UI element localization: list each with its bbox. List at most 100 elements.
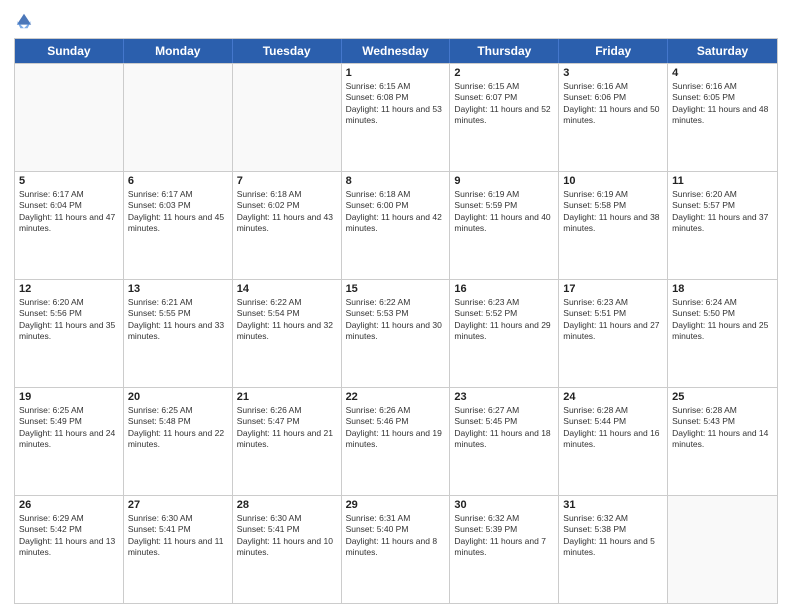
cell-info: Sunrise: 6:20 AMSunset: 5:56 PMDaylight:… <box>19 297 119 343</box>
calendar-cell: 1Sunrise: 6:15 AMSunset: 6:08 PMDaylight… <box>342 64 451 171</box>
calendar-cell: 30 Sunrise: 6:32 AMSunset: 5:39 PMDayligh… <box>450 496 559 603</box>
cell-day-number: 14 <box>237 283 337 295</box>
cell-day-number: 5 <box>19 175 119 187</box>
cell-day-number: 20 <box>128 391 228 403</box>
cell-info: Sunrise: 6:20 AMSunset: 5:57 PMDaylight:… <box>672 189 773 235</box>
cell-day-number: 3 <box>563 67 663 79</box>
calendar-body: 1Sunrise: 6:15 AMSunset: 6:08 PMDaylight… <box>15 63 777 603</box>
weekday-header: Tuesday <box>233 39 342 63</box>
calendar: SundayMondayTuesdayWednesdayThursdayFrid… <box>14 38 778 604</box>
calendar-cell: 19 Sunrise: 6:25 AMSunset: 5:49 PMDayligh… <box>15 388 124 495</box>
cell-day-number: 11 <box>672 175 773 187</box>
cell-info: Sunrise: 6:26 AMSunset: 5:47 PMDaylight:… <box>237 405 337 451</box>
calendar-row: 12 Sunrise: 6:20 AMSunset: 5:56 PMDayligh… <box>15 279 777 387</box>
cell-info: Sunrise: 6:27 AMSunset: 5:45 PMDaylight:… <box>454 405 554 451</box>
cell-day-number: 15 <box>346 283 446 295</box>
calendar-cell: 5 Sunrise: 6:17 AMSunset: 6:04 PMDaylight… <box>15 172 124 279</box>
calendar-cell: 18 Sunrise: 6:24 AMSunset: 5:50 PMDayligh… <box>668 280 777 387</box>
cell-info: Sunrise: 6:32 AMSunset: 5:39 PMDaylight:… <box>454 513 554 559</box>
calendar-cell <box>233 64 342 171</box>
cell-info: Sunrise: 6:16 AMSunset: 6:06 PMDaylight:… <box>563 81 663 127</box>
cell-day-number: 19 <box>19 391 119 403</box>
calendar-cell: 23Sunrise: 6:27 AMSunset: 5:45 PMDayligh… <box>450 388 559 495</box>
cell-info: Sunrise: 6:23 AMSunset: 5:52 PMDaylight:… <box>454 297 554 343</box>
cell-info: Sunrise: 6:17 AMSunset: 6:03 PMDaylight:… <box>128 189 228 235</box>
calendar-cell: 12 Sunrise: 6:20 AMSunset: 5:56 PMDayligh… <box>15 280 124 387</box>
cell-info: Sunrise: 6:25 AMSunset: 5:48 PMDaylight:… <box>128 405 228 451</box>
page: SundayMondayTuesdayWednesdayThursdayFrid… <box>0 0 792 612</box>
cell-day-number: 16 <box>454 283 554 295</box>
cell-info: Sunrise: 6:30 AMSunset: 5:41 PMDaylight:… <box>128 513 228 559</box>
calendar-row: 1Sunrise: 6:15 AMSunset: 6:08 PMDaylight… <box>15 63 777 171</box>
calendar-cell: 8 Sunrise: 6:18 AMSunset: 6:00 PMDaylight… <box>342 172 451 279</box>
cell-info: Sunrise: 6:15 AMSunset: 6:07 PMDaylight:… <box>454 81 554 127</box>
cell-info: Sunrise: 6:24 AMSunset: 5:50 PMDaylight:… <box>672 297 773 343</box>
weekday-header: Monday <box>124 39 233 63</box>
cell-day-number: 1 <box>346 67 446 79</box>
cell-day-number: 8 <box>346 175 446 187</box>
calendar-cell: 4Sunrise: 6:16 AMSunset: 6:05 PMDaylight… <box>668 64 777 171</box>
calendar-row: 19 Sunrise: 6:25 AMSunset: 5:49 PMDayligh… <box>15 387 777 495</box>
cell-info: Sunrise: 6:21 AMSunset: 5:55 PMDaylight:… <box>128 297 228 343</box>
header <box>14 12 778 30</box>
cell-day-number: 30 <box>454 499 554 511</box>
cell-info: Sunrise: 6:28 AMSunset: 5:44 PMDaylight:… <box>563 405 663 451</box>
cell-info: Sunrise: 6:17 AMSunset: 6:04 PMDaylight:… <box>19 189 119 235</box>
calendar-cell: 16 Sunrise: 6:23 AMSunset: 5:52 PMDayligh… <box>450 280 559 387</box>
cell-day-number: 22 <box>346 391 446 403</box>
cell-info: Sunrise: 6:26 AMSunset: 5:46 PMDaylight:… <box>346 405 446 451</box>
calendar-cell: 29 Sunrise: 6:31 AMSunset: 5:40 PMDayligh… <box>342 496 451 603</box>
logo <box>14 12 33 30</box>
calendar-cell: 27 Sunrise: 6:30 AMSunset: 5:41 PMDayligh… <box>124 496 233 603</box>
cell-day-number: 10 <box>563 175 663 187</box>
calendar-row: 5 Sunrise: 6:17 AMSunset: 6:04 PMDaylight… <box>15 171 777 279</box>
cell-day-number: 27 <box>128 499 228 511</box>
weekday-header: Wednesday <box>342 39 451 63</box>
calendar-cell: 28 Sunrise: 6:30 AMSunset: 5:41 PMDayligh… <box>233 496 342 603</box>
calendar-cell: 3 Sunrise: 6:16 AMSunset: 6:06 PMDaylight… <box>559 64 668 171</box>
cell-day-number: 17 <box>563 283 663 295</box>
calendar-row: 26Sunrise: 6:29 AMSunset: 5:42 PMDayligh… <box>15 495 777 603</box>
cell-info: Sunrise: 6:22 AMSunset: 5:54 PMDaylight:… <box>237 297 337 343</box>
calendar-cell: 11 Sunrise: 6:20 AMSunset: 5:57 PMDayligh… <box>668 172 777 279</box>
cell-info: Sunrise: 6:30 AMSunset: 5:41 PMDaylight:… <box>237 513 337 559</box>
calendar-cell: 6 Sunrise: 6:17 AMSunset: 6:03 PMDaylight… <box>124 172 233 279</box>
calendar-cell: 10Sunrise: 6:19 AMSunset: 5:58 PMDayligh… <box>559 172 668 279</box>
cell-day-number: 9 <box>454 175 554 187</box>
calendar-cell: 13Sunrise: 6:21 AMSunset: 5:55 PMDayligh… <box>124 280 233 387</box>
cell-info: Sunrise: 6:32 AMSunset: 5:38 PMDaylight:… <box>563 513 663 559</box>
weekday-header: Friday <box>559 39 668 63</box>
logo-icon <box>15 12 33 30</box>
cell-day-number: 21 <box>237 391 337 403</box>
cell-info: Sunrise: 6:22 AMSunset: 5:53 PMDaylight:… <box>346 297 446 343</box>
weekday-header: Saturday <box>668 39 777 63</box>
calendar-cell: 17Sunrise: 6:23 AMSunset: 5:51 PMDayligh… <box>559 280 668 387</box>
cell-day-number: 18 <box>672 283 773 295</box>
cell-info: Sunrise: 6:25 AMSunset: 5:49 PMDaylight:… <box>19 405 119 451</box>
calendar-cell: 9Sunrise: 6:19 AMSunset: 5:59 PMDaylight… <box>450 172 559 279</box>
calendar-cell: 24 Sunrise: 6:28 AMSunset: 5:44 PMDayligh… <box>559 388 668 495</box>
calendar-cell: 2Sunrise: 6:15 AMSunset: 6:07 PMDaylight… <box>450 64 559 171</box>
cell-day-number: 28 <box>237 499 337 511</box>
calendar-cell: 20 Sunrise: 6:25 AMSunset: 5:48 PMDayligh… <box>124 388 233 495</box>
calendar-cell: 22 Sunrise: 6:26 AMSunset: 5:46 PMDayligh… <box>342 388 451 495</box>
calendar-cell: 21 Sunrise: 6:26 AMSunset: 5:47 PMDayligh… <box>233 388 342 495</box>
cell-info: Sunrise: 6:18 AMSunset: 6:00 PMDaylight:… <box>346 189 446 235</box>
calendar-cell: 14 Sunrise: 6:22 AMSunset: 5:54 PMDayligh… <box>233 280 342 387</box>
calendar-cell <box>124 64 233 171</box>
cell-day-number: 4 <box>672 67 773 79</box>
cell-day-number: 7 <box>237 175 337 187</box>
weekday-header: Thursday <box>450 39 559 63</box>
calendar-cell <box>15 64 124 171</box>
cell-day-number: 6 <box>128 175 228 187</box>
calendar-cell: 15 Sunrise: 6:22 AMSunset: 5:53 PMDayligh… <box>342 280 451 387</box>
calendar-cell: 26Sunrise: 6:29 AMSunset: 5:42 PMDayligh… <box>15 496 124 603</box>
cell-info: Sunrise: 6:31 AMSunset: 5:40 PMDaylight:… <box>346 513 446 559</box>
calendar-cell: 31Sunrise: 6:32 AMSunset: 5:38 PMDayligh… <box>559 496 668 603</box>
cell-day-number: 26 <box>19 499 119 511</box>
cell-day-number: 12 <box>19 283 119 295</box>
calendar-header-row: SundayMondayTuesdayWednesdayThursdayFrid… <box>15 39 777 63</box>
calendar-cell: 7Sunrise: 6:18 AMSunset: 6:02 PMDaylight… <box>233 172 342 279</box>
cell-day-number: 29 <box>346 499 446 511</box>
cell-day-number: 24 <box>563 391 663 403</box>
